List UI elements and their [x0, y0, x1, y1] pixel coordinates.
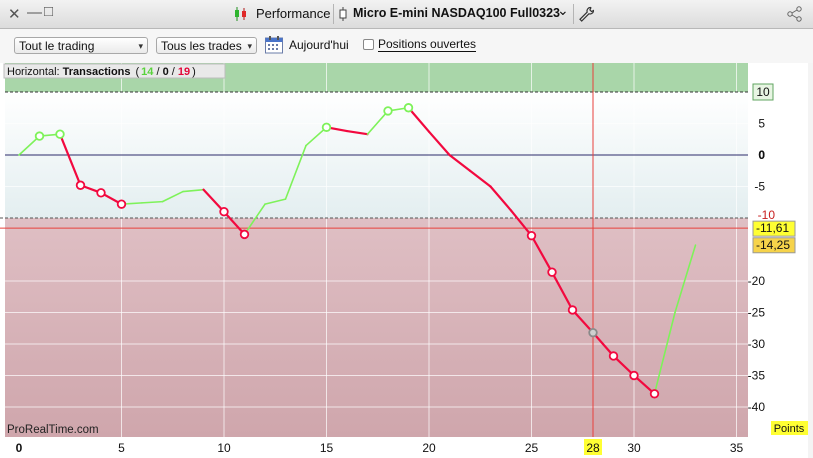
chevron-down-icon[interactable]: ⌄ — [557, 2, 569, 19]
x-tick-label: 25 — [525, 441, 539, 455]
panel-sep1: / — [153, 66, 162, 78]
trade-marker[interactable] — [116, 199, 127, 209]
trades-select[interactable]: Tous les trades ▾ — [156, 37, 257, 54]
y-tick-label: 5 — [758, 117, 765, 131]
x-tick-label: 15 — [320, 441, 334, 455]
transactions-chart[interactable]: 0 5 10 15 20 25 30 352850-5-20-25-30-35-40100-1… — [0, 63, 808, 458]
account-select[interactable]: Tout le trading ▾ — [14, 37, 148, 54]
lower-level-label: -10 — [758, 208, 776, 222]
minimize-icon[interactable]: — — [27, 4, 42, 21]
x-tick-label: 10 — [217, 441, 231, 455]
wrench-icon[interactable] — [578, 6, 595, 27]
trade-marker[interactable] — [219, 206, 229, 217]
trade-marker[interactable] — [321, 122, 332, 132]
y-tick-label: -5 — [754, 180, 765, 194]
marker-badge-label: -14,25 — [756, 238, 790, 252]
trade-marker[interactable] — [567, 305, 578, 315]
upper-level-label: 10 — [756, 85, 770, 99]
x-tick-label: 20 — [422, 441, 436, 455]
y-tick-label: -40 — [748, 400, 766, 414]
calendar-icon[interactable] — [264, 35, 284, 60]
trade-marker[interactable] — [588, 327, 598, 338]
y-axis-band — [748, 63, 808, 458]
trade-marker[interactable] — [96, 188, 106, 198]
unit-badge: Points — [774, 423, 805, 435]
trade-marker[interactable] — [239, 229, 250, 240]
open-positions-checkbox[interactable] — [363, 39, 374, 50]
title-bar: ✕ — □ Performance Micro E-mini NASDAQ100… — [0, 0, 813, 29]
trade-marker[interactable] — [547, 267, 557, 277]
instrument-icon — [338, 6, 348, 27]
trade-marker[interactable] — [403, 103, 414, 113]
app-title: Performance — [256, 6, 331, 21]
y-tick-label: -35 — [748, 369, 766, 383]
filter-toolbar: Tout le trading ▾ Tous les trades ▾ Aujo… — [0, 29, 813, 63]
trade-marker[interactable] — [383, 106, 393, 116]
panel-open-paren: ( — [136, 66, 140, 78]
panel-close-paren: ) — [192, 66, 196, 78]
share-icon[interactable] — [786, 5, 804, 28]
crosshair-x-label: 28 — [586, 441, 600, 455]
trade-marker[interactable] — [649, 389, 660, 399]
close-icon[interactable]: ✕ — [8, 5, 21, 23]
candlestick-chart-icon — [234, 6, 248, 27]
y-tick-label: -30 — [748, 337, 766, 351]
x-tick-label: 0 — [16, 441, 23, 455]
x-tick-label: 30 — [627, 441, 641, 455]
trade-marker[interactable] — [629, 370, 639, 381]
right-scroll-edge — [808, 63, 813, 458]
marker-badge-label: -11,61 — [756, 221, 789, 235]
open-positions-label[interactable]: Positions ouvertes — [378, 38, 477, 52]
loss-zone — [5, 218, 748, 437]
losses-count: 19 — [178, 66, 190, 78]
panel-prefix: Horizontal: — [7, 66, 63, 78]
panel-header: Horizontal: Transactions(14 / 0 / 19) — [7, 66, 196, 78]
trade-marker[interactable] — [34, 131, 45, 141]
zero-level-label: 0 — [758, 148, 765, 162]
y-tick-label: -20 — [748, 274, 766, 288]
x-tick-label: 5 — [118, 441, 125, 455]
trade-marker[interactable] — [55, 129, 65, 139]
chevron-down-icon: ▾ — [138, 41, 143, 51]
trade-marker[interactable] — [526, 230, 537, 241]
trade-marker[interactable] — [608, 351, 619, 361]
maximize-icon[interactable]: □ — [44, 3, 53, 20]
chevron-down-icon: ▾ — [247, 41, 252, 51]
trade-marker[interactable] — [75, 180, 86, 190]
trades-select-value: Tous les trades — [161, 39, 242, 53]
account-select-value: Tout le trading — [19, 39, 95, 53]
y-tick-label: -25 — [748, 306, 766, 320]
brand-watermark: ProRealTime.com — [7, 424, 99, 436]
panel-sep2: / — [169, 66, 178, 78]
instrument-selector[interactable]: Micro E-mini NASDAQ100 Full0323 — [353, 6, 560, 20]
date-label[interactable]: Aujourd'hui — [289, 38, 349, 52]
x-tick-label: 35 — [730, 441, 744, 455]
panel-title: Transactions — [63, 66, 131, 78]
wins-count: 14 — [141, 66, 154, 78]
